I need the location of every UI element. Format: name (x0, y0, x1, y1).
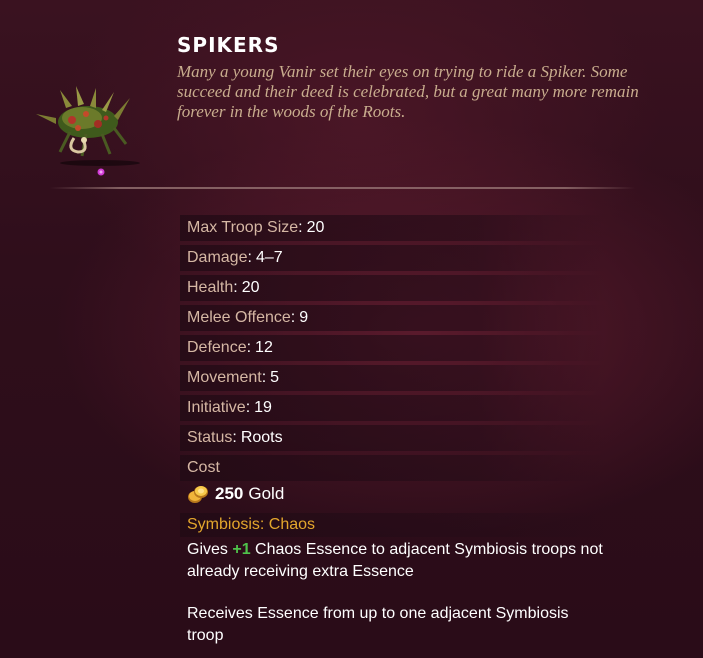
stat-colon: : (232, 429, 237, 446)
stat-colon: : (290, 309, 296, 326)
stat-row-initiative: Initiative:19 (180, 395, 605, 421)
stat-row-melee-offence: Melee Offence:9 (180, 305, 605, 331)
stat-value: 12 (255, 339, 273, 356)
stat-value: 9 (299, 309, 309, 326)
cost-currency: Gold (248, 484, 285, 503)
stat-colon: : (245, 399, 251, 416)
ability-name: Symbiosis: Chaos (180, 513, 605, 537)
unit-name: SPIKERS (177, 33, 280, 57)
ability-description-1: Gives +1 Chaos Essence to adjacent Symbi… (180, 539, 607, 583)
ability-description-2: Receives Essence from up to one adjacent… (187, 605, 569, 644)
cost-amount: 250 (215, 484, 244, 503)
stats-panel: Max Troop Size:20 Damage:4–7 Health:20 M… (180, 215, 605, 647)
stat-value: 5 (270, 369, 280, 386)
stat-label: Damage (187, 249, 248, 266)
stat-value: 4–7 (255, 249, 283, 266)
stat-colon: : (298, 219, 303, 236)
stat-row-movement: Movement:5 (180, 365, 605, 391)
stat-row-damage: Damage:4–7 (180, 245, 605, 271)
header-divider (50, 187, 635, 189)
stat-row-status: Status: Roots (180, 425, 605, 451)
stat-row-max-troop-size: Max Troop Size:20 (180, 215, 605, 241)
ability-line1-prefix: Gives (187, 541, 233, 558)
stat-row-health: Health:20 (180, 275, 605, 301)
stat-label: Max Troop Size (187, 219, 299, 236)
stat-label: Movement (187, 369, 262, 386)
cost-label: Cost (180, 455, 605, 481)
stat-colon: : (246, 339, 252, 356)
stat-label: Defence (187, 339, 247, 356)
stat-colon: : (247, 249, 252, 266)
stat-value: 20 (241, 279, 260, 296)
stat-label: Melee Offence (187, 309, 291, 326)
gold-coins-icon (188, 486, 208, 503)
cost-block: Cost 250 Gold (180, 455, 605, 507)
stat-value: 19 (254, 399, 272, 416)
spiker-unit-portrait-icon (36, 86, 130, 176)
stat-colon: : (261, 369, 267, 386)
stat-label: Health (187, 279, 234, 296)
stat-row-defence: Defence:12 (180, 335, 605, 361)
stat-label: Initiative (187, 399, 246, 416)
stat-value: Roots (240, 429, 283, 446)
stat-value: 20 (306, 219, 325, 236)
cost-line: 250 Gold (180, 481, 605, 507)
stat-label: Status (187, 429, 233, 446)
stat-colon: : (233, 279, 238, 296)
ability-bonus-value: +1 (232, 541, 251, 558)
unit-lore-text: Many a young Vanir set their eyes on try… (177, 62, 639, 121)
